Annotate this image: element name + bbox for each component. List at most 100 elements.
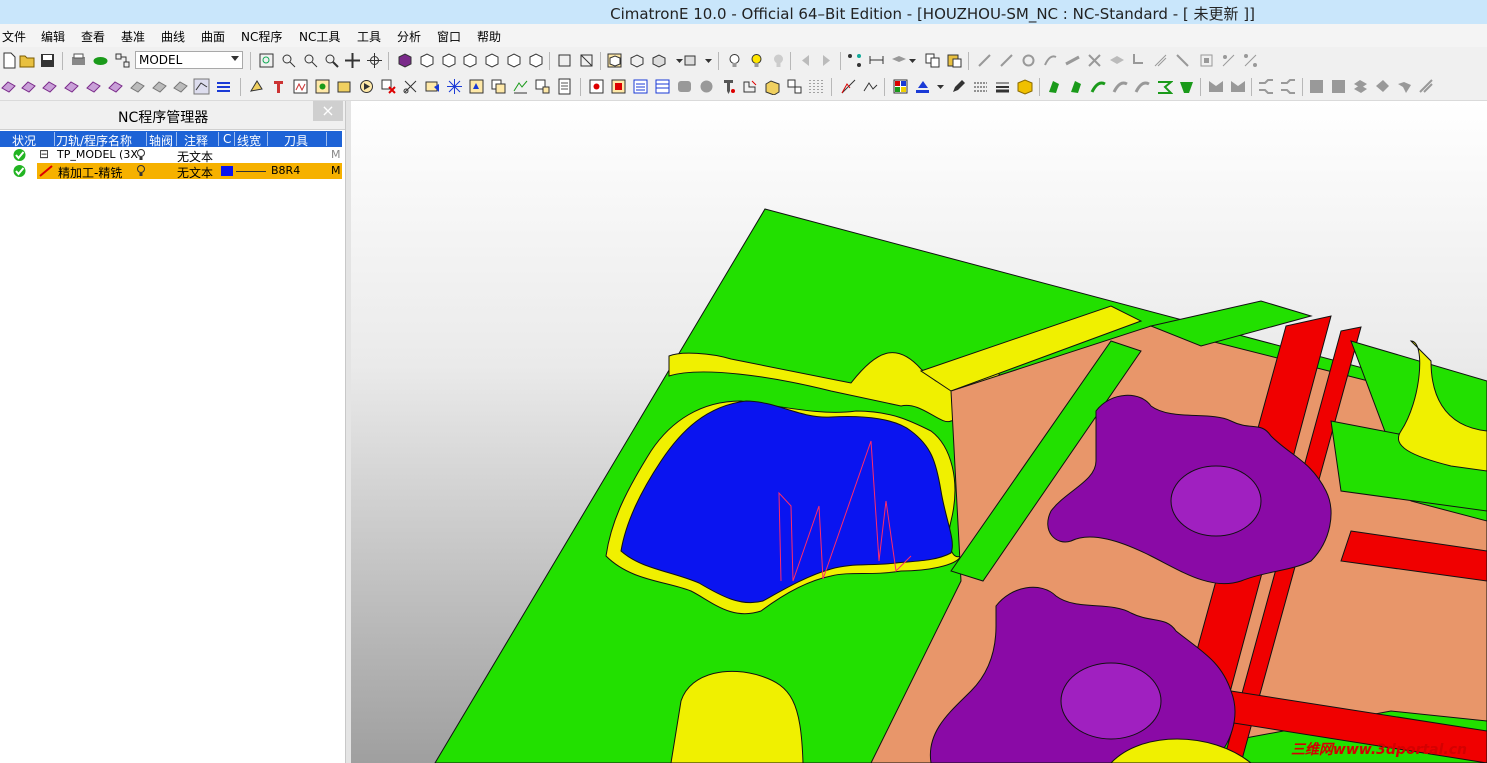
- arrow-left-icon[interactable]: [797, 52, 814, 69]
- mold-component-icon[interactable]: [1352, 78, 1369, 95]
- menu-nc-tools[interactable]: NC工具: [299, 28, 340, 45]
- surface-extend-icon[interactable]: [107, 78, 124, 95]
- solid-split-icon[interactable]: [1229, 78, 1246, 95]
- tree-row-finish-milling[interactable]: 精加工-精铣 无文本 B8R4 M: [0, 163, 342, 180]
- column-divider[interactable]: [234, 132, 235, 146]
- view-front-icon[interactable]: [440, 52, 457, 69]
- nc-tool-icon[interactable]: [270, 78, 287, 95]
- close-icon[interactable]: ×: [313, 101, 343, 121]
- open-folder-icon[interactable]: [19, 52, 36, 69]
- save-icon[interactable]: [39, 52, 56, 69]
- nc-setup-icon[interactable]: [610, 78, 627, 95]
- column-divider[interactable]: [267, 132, 268, 146]
- menu-analysis[interactable]: 分析: [397, 28, 421, 45]
- view-top-icon[interactable]: [418, 52, 435, 69]
- solid-draft-icon[interactable]: [1156, 78, 1173, 95]
- column-color[interactable]: C: [223, 132, 231, 146]
- box-icon[interactable]: [1198, 52, 1215, 69]
- nc-contour-icon[interactable]: [764, 78, 781, 95]
- chevron-down-icon[interactable]: [904, 52, 921, 69]
- solid-loft-icon[interactable]: [1112, 78, 1129, 95]
- paste-icon[interactable]: [946, 52, 963, 69]
- view-left-icon[interactable]: [483, 52, 500, 69]
- chevron-down-icon[interactable]: [700, 52, 717, 69]
- menu-view[interactable]: 查看: [81, 28, 105, 45]
- nc-report-icon[interactable]: [512, 78, 529, 95]
- solid-blend-icon[interactable]: [1134, 78, 1151, 95]
- zoom-select-icon[interactable]: [302, 52, 319, 69]
- view-right-icon[interactable]: [461, 52, 478, 69]
- menu-edit[interactable]: 编辑: [41, 28, 65, 45]
- print-icon[interactable]: [70, 52, 87, 69]
- nc-rounded-rect-icon[interactable]: [676, 78, 693, 95]
- tree-row-tp-model[interactable]: ⊟ TP_MODEL (3X 无文本 M: [0, 147, 342, 164]
- project-curve-icon[interactable]: [1174, 52, 1191, 69]
- new-file-icon[interactable]: [1, 52, 18, 69]
- nc-point-icon[interactable]: [786, 78, 803, 95]
- surface-split-icon[interactable]: [85, 78, 102, 95]
- menu-tools[interactable]: 工具: [357, 28, 381, 45]
- shaded-icon[interactable]: [606, 52, 623, 69]
- nc-delete-icon[interactable]: [380, 78, 397, 95]
- solid-extrude-icon[interactable]: [1046, 78, 1063, 95]
- mold-slider-icon[interactable]: [1418, 78, 1435, 95]
- view-iso-icon[interactable]: [396, 52, 413, 69]
- coordinate-icon[interactable]: [1220, 52, 1237, 69]
- surface-analyze-icon[interactable]: [193, 78, 210, 95]
- menu-help[interactable]: 帮助: [477, 28, 501, 45]
- mold-plate-icon[interactable]: [1330, 78, 1347, 95]
- trim-icon[interactable]: [1108, 52, 1125, 69]
- corner-icon[interactable]: [1130, 52, 1147, 69]
- nc-cut-icon[interactable]: [402, 78, 419, 95]
- surface-sew-icon[interactable]: [172, 78, 189, 95]
- column-divider[interactable]: [54, 132, 55, 146]
- light-bulb-icon[interactable]: [136, 164, 146, 178]
- line-style-icon[interactable]: [972, 78, 989, 95]
- mold-ejector-icon[interactable]: [1374, 78, 1391, 95]
- nc-drill-icon[interactable]: [720, 78, 737, 95]
- menu-datum[interactable]: 基准: [121, 28, 145, 45]
- surface-fill-icon[interactable]: [129, 78, 146, 95]
- offset-curve-icon[interactable]: [1152, 52, 1169, 69]
- cube-icon[interactable]: [1016, 78, 1033, 95]
- view-back-icon[interactable]: [505, 52, 522, 69]
- column-divider[interactable]: [326, 132, 327, 146]
- light-bulb-icon[interactable]: [726, 52, 743, 69]
- column-divider[interactable]: [218, 132, 219, 146]
- light-bulb-on-icon[interactable]: [748, 52, 765, 69]
- line-icon[interactable]: [976, 52, 993, 69]
- menu-window[interactable]: 窗口: [437, 28, 461, 45]
- nc-document-icon[interactable]: [556, 78, 573, 95]
- parting-icon[interactable]: [1257, 78, 1274, 95]
- expand-toggle[interactable]: ⊟: [39, 147, 49, 161]
- menu-curve[interactable]: 曲线: [161, 28, 185, 45]
- surface-list-icon[interactable]: [215, 78, 232, 95]
- circle-icon[interactable]: [1020, 52, 1037, 69]
- solid-sweep-icon[interactable]: [1090, 78, 1107, 95]
- column-divider[interactable]: [146, 132, 147, 146]
- mold-cooling-icon[interactable]: [1396, 78, 1413, 95]
- chevron-down-icon[interactable]: [932, 78, 949, 95]
- spline-icon[interactable]: [1064, 52, 1081, 69]
- zoom-icon[interactable]: [323, 52, 340, 69]
- nc-path-edit-icon[interactable]: [840, 78, 857, 95]
- nc-toolpath-icon[interactable]: [292, 78, 309, 95]
- hide-icon[interactable]: [770, 52, 787, 69]
- delete-curve-icon[interactable]: [1086, 52, 1103, 69]
- model-icon[interactable]: [92, 52, 109, 69]
- nc-export-icon[interactable]: [534, 78, 551, 95]
- surface-icon[interactable]: [0, 78, 17, 95]
- nc-table-icon[interactable]: [654, 78, 671, 95]
- nc-list-icon[interactable]: [632, 78, 649, 95]
- section-icon[interactable]: [683, 52, 700, 69]
- light-bulb-icon[interactable]: [136, 148, 146, 162]
- nc-stock-icon[interactable]: [336, 78, 353, 95]
- nc-simulate-icon[interactable]: [358, 78, 375, 95]
- percent-icon[interactable]: [1242, 52, 1259, 69]
- mold-base-icon[interactable]: [1308, 78, 1325, 95]
- menu-surface[interactable]: 曲面: [201, 28, 225, 45]
- view-bottom-icon[interactable]: [527, 52, 544, 69]
- graphics-viewport[interactable]: 三维网www.3dportal.cn: [351, 101, 1487, 763]
- nc-transform-icon[interactable]: [468, 78, 485, 95]
- parting-surface-icon[interactable]: [1279, 78, 1296, 95]
